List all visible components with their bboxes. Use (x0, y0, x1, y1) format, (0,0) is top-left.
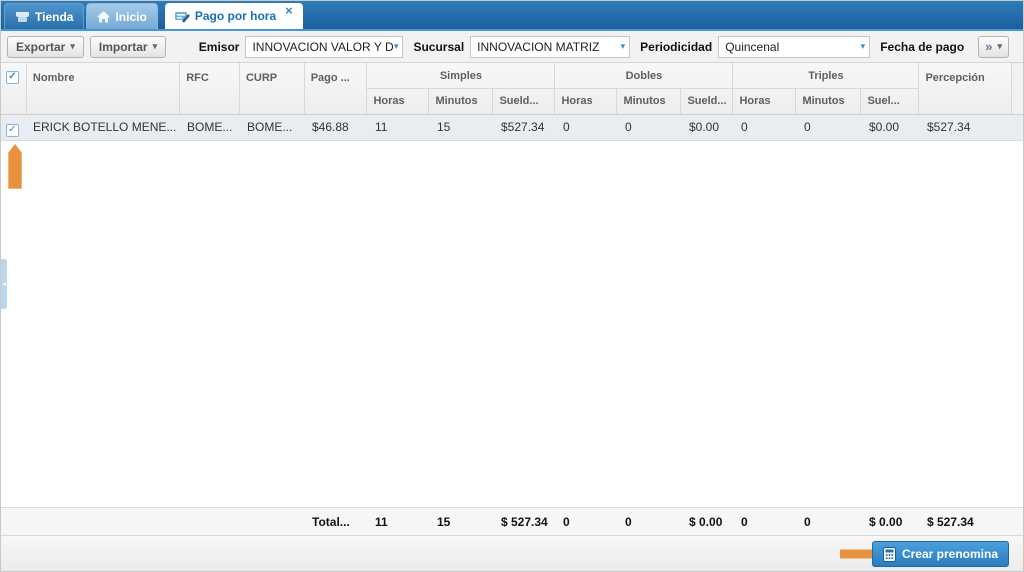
grid-header: ✓ Nombre RFC CURP Pago ... Simples Horas… (1, 63, 1023, 115)
column-group-dobles: Dobles Horas Minutos Sueld... (555, 63, 733, 114)
sucursal-select[interactable]: INNOVACION MATRIZ ▾ (470, 36, 630, 58)
total-simples-horas: 11 (369, 508, 431, 535)
total-triples-horas: 0 (735, 508, 798, 535)
column-header-triples-sueldo[interactable]: Suel... (861, 89, 919, 114)
tab-pago-por-hora[interactable]: Pago por hora × (165, 3, 303, 29)
home-icon (97, 11, 110, 23)
column-header-triples-horas[interactable]: Horas (733, 89, 796, 114)
store-icon (15, 11, 30, 23)
group-header-triples: Triples (733, 63, 919, 89)
column-header-dobles-sueldo[interactable]: Sueld... (681, 89, 733, 114)
tab-label: Pago por hora (195, 9, 276, 23)
cell-pago: $46.88 (306, 115, 369, 140)
chevron-down-icon: ▾ (861, 42, 866, 51)
group-header-dobles: Dobles (555, 63, 733, 89)
totals-row: Total... 11 15 $ 527.34 0 0 $ 0.00 0 0 $… (1, 507, 1023, 535)
periodicidad-label: Periodicidad (640, 40, 712, 54)
calculator-icon (883, 547, 896, 562)
tab-tienda[interactable]: Tienda (4, 3, 84, 29)
close-icon[interactable]: × (285, 3, 293, 16)
tab-inicio[interactable]: Inicio (86, 3, 157, 29)
chevron-down-icon: ▾ (394, 42, 399, 51)
column-header-dobles-minutos[interactable]: Minutos (617, 89, 681, 114)
periodicidad-select[interactable]: Quincenal ▾ (718, 36, 870, 58)
cell-triples-horas: 0 (735, 115, 798, 140)
tab-label: Tienda (35, 10, 73, 24)
payroll-icon (175, 10, 190, 23)
emisor-select[interactable]: INNOVACION VALOR Y DE ▾ (245, 36, 403, 58)
tab-bar: Tienda Inicio Pago por hora × (1, 1, 1023, 31)
column-group-simples: Simples Horas Minutos Sueld... (367, 63, 555, 114)
column-header-pago[interactable]: Pago ... (305, 63, 368, 114)
sucursal-value: INNOVACION MATRIZ (477, 40, 620, 54)
column-header-percepcion[interactable]: Percepción (919, 63, 1012, 114)
cell-dobles-minutos: 0 (619, 115, 683, 140)
sucursal-label: Sucursal (413, 40, 464, 54)
cell-triples-sueldo: $0.00 (863, 115, 921, 140)
cell-dobles-horas: 0 (557, 115, 619, 140)
crear-prenomina-label: Crear prenomina (902, 547, 998, 561)
panel-collapse-handle[interactable]: ◂ (1, 259, 7, 309)
column-header-curp[interactable]: CURP (240, 63, 305, 114)
total-simples-minutos: 15 (431, 508, 495, 535)
row-checkbox[interactable]: ✓ (6, 124, 19, 137)
column-header-simples-horas[interactable]: Horas (367, 89, 429, 114)
cell-simples-sueldo: $527.34 (495, 115, 557, 140)
toolbar: Exportar ▾ Importar ▾ Emisor INNOVACION … (1, 31, 1023, 63)
header-filler (1012, 63, 1023, 114)
total-triples-sueldo: $ 0.00 (863, 508, 921, 535)
app-window: Tienda Inicio Pago por hora × Exportar ▾… (0, 0, 1024, 572)
grid-body (1, 141, 1023, 507)
fecha-pago-button[interactable]: » ▾ (978, 36, 1009, 58)
total-dobles-sueldo: $ 0.00 (683, 508, 735, 535)
cell-curp: BOME... (241, 115, 306, 140)
cell-triples-minutos: 0 (798, 115, 863, 140)
export-button-label: Exportar (16, 40, 65, 54)
crear-prenomina-button[interactable]: Crear prenomina (872, 541, 1009, 567)
import-button-label: Importar (99, 40, 148, 54)
column-header-simples-minutos[interactable]: Minutos (429, 89, 493, 114)
column-group-triples: Triples Horas Minutos Suel... (733, 63, 919, 114)
export-button[interactable]: Exportar ▾ (7, 36, 84, 58)
total-percepcion: $ 527.34 (921, 508, 1014, 535)
cell-nombre: ERICK BOTELLO MENE... (27, 115, 181, 140)
column-header-triples-minutos[interactable]: Minutos (796, 89, 861, 114)
total-dobles-horas: 0 (557, 508, 619, 535)
select-all-cell: ✓ (1, 63, 27, 114)
totals-label: Total... (306, 508, 369, 535)
cell-percepcion: $527.34 (921, 115, 1014, 140)
column-header-nombre[interactable]: Nombre (27, 63, 180, 114)
fecha-pago-label: Fecha de pago (880, 40, 964, 54)
chevron-down-icon: ▾ (70, 42, 75, 51)
chevron-down-icon: ▾ (997, 42, 1002, 51)
cell-rfc: BOME... (181, 115, 241, 140)
cell-dobles-sueldo: $0.00 (683, 115, 735, 140)
double-chevron-icon: » (985, 40, 992, 53)
emisor-label: Emisor (199, 40, 240, 54)
column-header-rfc[interactable]: RFC (180, 63, 240, 114)
import-button[interactable]: Importar ▾ (90, 36, 166, 58)
select-all-checkbox[interactable]: ✓ (6, 71, 19, 84)
total-dobles-minutos: 0 (619, 508, 683, 535)
footer-bar: Crear prenomina (1, 535, 1023, 571)
chevron-down-icon: ▾ (621, 42, 626, 51)
column-header-dobles-horas[interactable]: Horas (555, 89, 617, 114)
cell-simples-horas: 11 (369, 115, 431, 140)
chevron-down-icon: ▾ (153, 42, 158, 51)
total-simples-sueldo: $ 527.34 (495, 508, 557, 535)
emisor-value: INNOVACION VALOR Y DE (252, 40, 393, 54)
totals-spacer (1, 508, 306, 535)
row-checkbox-cell: ✓ (1, 115, 27, 140)
collapse-left-icon: ◂ (2, 281, 6, 288)
tab-label: Inicio (115, 10, 146, 24)
table-row[interactable]: ✓ ERICK BOTELLO MENE... BOME... BOME... … (1, 115, 1023, 141)
total-triples-minutos: 0 (798, 508, 863, 535)
annotation-arrow-up (8, 144, 22, 189)
group-header-simples: Simples (367, 63, 555, 89)
column-header-simples-sueldo[interactable]: Sueld... (493, 89, 555, 114)
cell-simples-minutos: 15 (431, 115, 495, 140)
periodicidad-value: Quincenal (725, 40, 860, 54)
